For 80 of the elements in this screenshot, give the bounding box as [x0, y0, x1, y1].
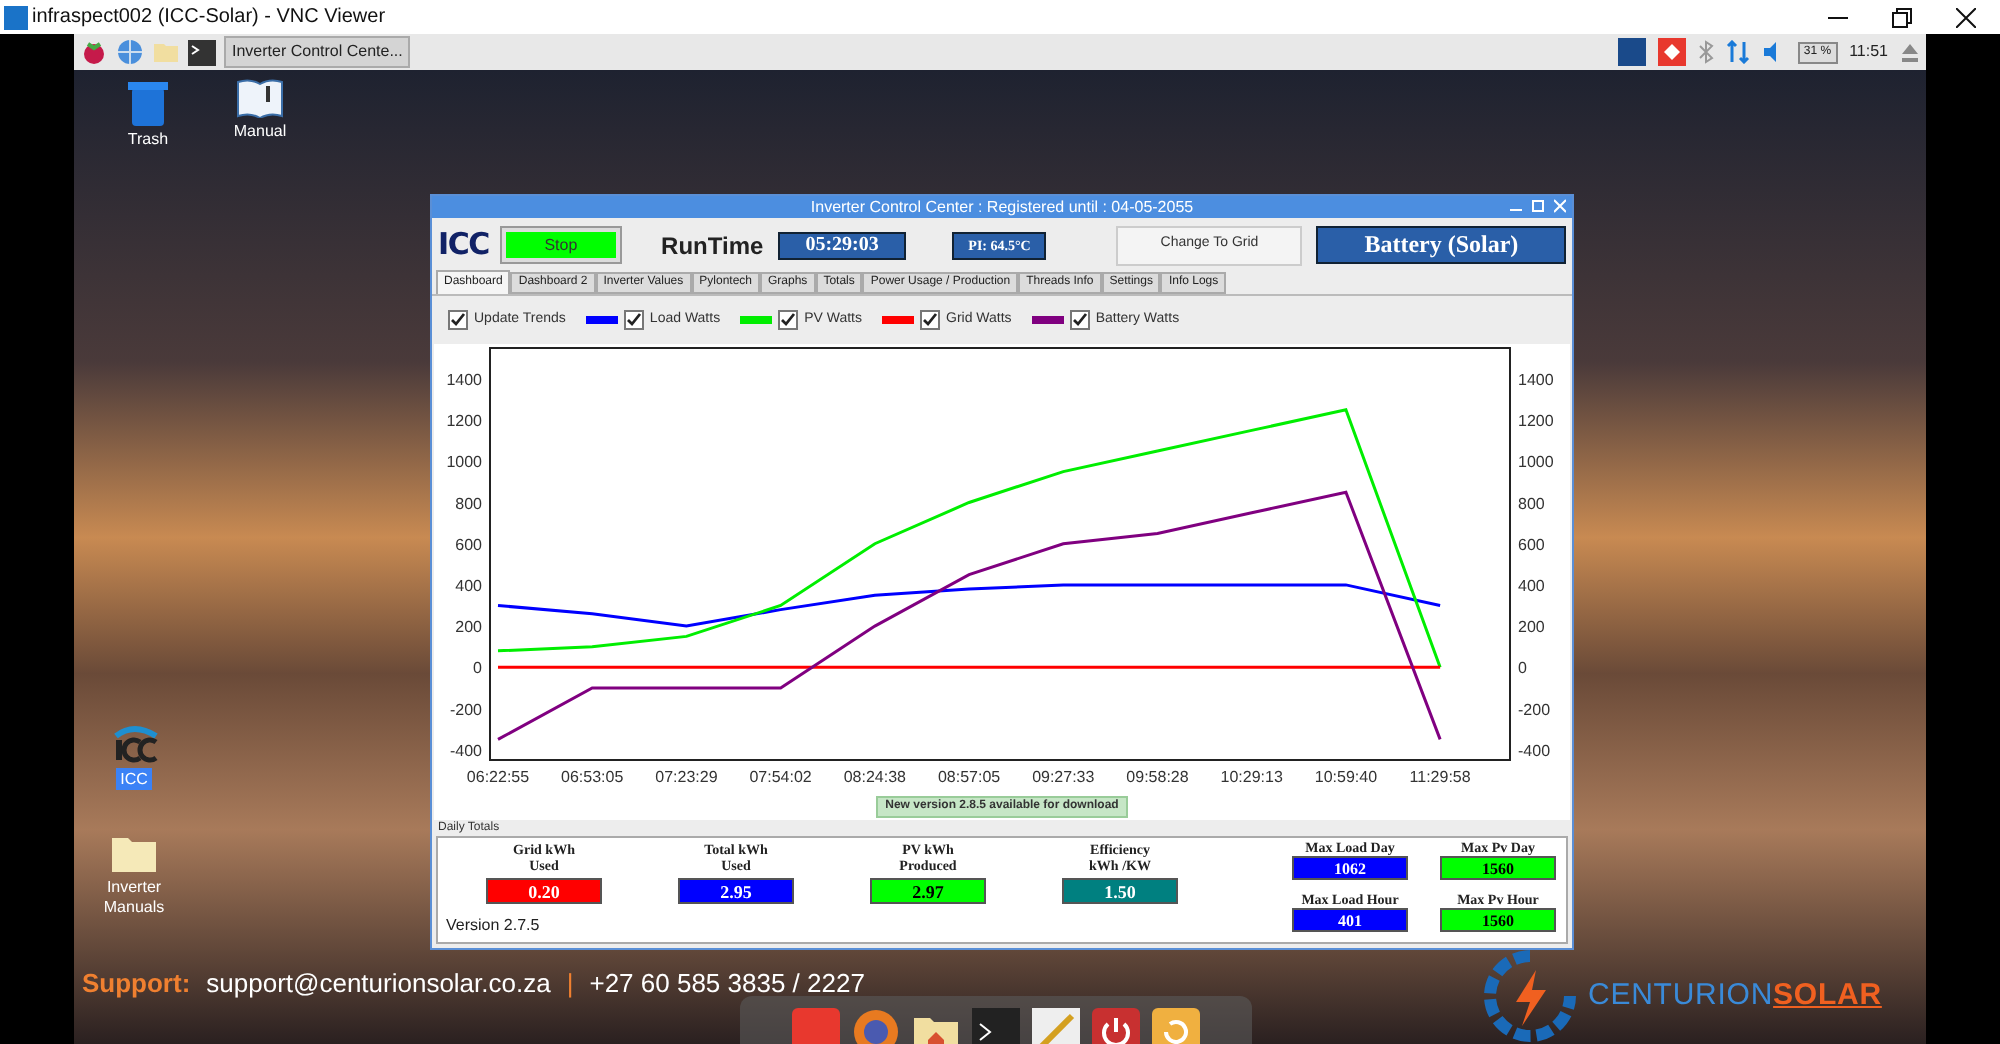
max-value: 1560 [1440, 907, 1556, 931]
axis-tick-label: 200 [455, 618, 482, 637]
icon-label[interactable]: ICC [116, 768, 152, 790]
brand-name: CENTURIONSOLAR [1588, 975, 1882, 1016]
clock: 11:51 [1849, 40, 1888, 64]
axis-tick-label: 08:57:05 [937, 768, 1001, 786]
stat-value: 0.20 [486, 878, 602, 904]
axis-tick-label: 0 [473, 659, 482, 678]
axis-tick-label: 400 [1518, 576, 1545, 595]
max-value: 1062 [1292, 856, 1408, 880]
axis-tick-label: 1400 [1518, 370, 1554, 389]
browser-icon[interactable] [852, 1008, 900, 1044]
checkbox[interactable] [623, 310, 644, 330]
app-logo-icon [110, 724, 158, 764]
axis-tick-label: 1000 [1518, 453, 1554, 472]
book-icon [236, 78, 284, 118]
network-arrows-icon[interactable] [1725, 40, 1750, 64]
icon-label[interactable]: Manual [210, 122, 310, 142]
axis-tick-label: 06:22:55 [466, 768, 530, 786]
taskbar-task[interactable]: Inverter Control Cente... [224, 36, 411, 68]
folder-icon [110, 834, 158, 874]
power-icon[interactable] [1092, 1008, 1140, 1044]
axis-tick-label: 07:23:29 [655, 768, 718, 786]
axis-tick-label: 800 [1518, 494, 1545, 513]
restore-icon[interactable] [1892, 7, 1912, 27]
version-label: Version 2.7.5 [446, 914, 540, 938]
terminal-icon[interactable] [188, 38, 216, 66]
diamond-tray-icon[interactable] [1657, 38, 1686, 66]
axis-tick-label: 600 [1518, 535, 1545, 554]
trash-icon [126, 78, 170, 126]
axis-tick-label: -400 [1518, 741, 1551, 760]
runtime-value: 05:29:03 [777, 231, 907, 259]
app-logo: ICC [438, 230, 489, 260]
axis-tick-label: -200 [1518, 700, 1551, 719]
axis-tick-label: 08:24:38 [843, 768, 906, 786]
axis-tick-label: 800 [455, 494, 482, 513]
support-email[interactable]: support@centurionsolar.co.za [206, 964, 551, 1003]
vnc-window-title: infraspect002 (ICC-Solar) - VNC Viewer [32, 4, 386, 32]
runtime-label: RunTime [661, 229, 764, 263]
axis-tick-label: 06:53:05 [561, 768, 624, 786]
max-value: 1560 [1440, 856, 1556, 880]
axis-tick-label: 1400 [446, 370, 482, 389]
checkbox[interactable] [1069, 310, 1090, 330]
globe-icon[interactable] [116, 38, 144, 66]
support-label: Support: [82, 966, 191, 1002]
axis-tick-label: 10:59:40 [1314, 768, 1378, 786]
icon-label[interactable]: Inverter Manuals [84, 878, 184, 918]
axis-tick-label: 10:29:13 [1220, 768, 1283, 786]
axis-tick-label: 09:27:33 [1032, 768, 1095, 786]
max-value: 401 [1292, 907, 1408, 931]
separator: | [566, 966, 574, 1002]
checkbox[interactable] [448, 310, 468, 330]
close-icon[interactable] [1956, 7, 1976, 27]
axis-tick-label: 09:58:28 [1126, 768, 1189, 786]
checkbox[interactable] [778, 310, 799, 330]
maximize-icon[interactable] [1532, 196, 1544, 216]
eject-icon[interactable] [1900, 42, 1920, 62]
stat-value: 2.97 [870, 878, 986, 904]
stat-value: 1.50 [1062, 878, 1178, 904]
brand-logo-icon [1484, 950, 1576, 1042]
stat-value: 2.95 [678, 878, 794, 904]
mode-display: Battery (Solar) [1316, 226, 1567, 264]
window-title: Inverter Control Center : Registered until : 04-05-2055 [810, 197, 1194, 217]
axis-tick-label: 200 [1518, 618, 1545, 637]
raspberry-icon[interactable] [80, 38, 108, 66]
axis-tick-label: 400 [455, 576, 482, 595]
axis-tick-label: 0 [1518, 659, 1527, 678]
terminal-icon[interactable] [972, 1008, 1020, 1044]
checkbox[interactable] [920, 310, 940, 330]
axis-tick-label: -200 [449, 700, 482, 719]
axis-tick-label: 07:54:02 [749, 768, 812, 786]
support-phone: +27 60 585 3835 / 2227 [589, 966, 865, 1002]
axis-tick-label: 1200 [1518, 412, 1554, 431]
axis-tick-label: 1000 [446, 453, 482, 472]
axis-tick-label: 1200 [446, 412, 482, 431]
axis-tick-label: 600 [455, 535, 482, 554]
axis-tick-label: -400 [449, 741, 482, 760]
stop-button[interactable]: Stop [502, 228, 620, 262]
axis-tick-label: 11:29:58 [1409, 768, 1471, 786]
icon-label[interactable]: Trash [98, 130, 198, 150]
